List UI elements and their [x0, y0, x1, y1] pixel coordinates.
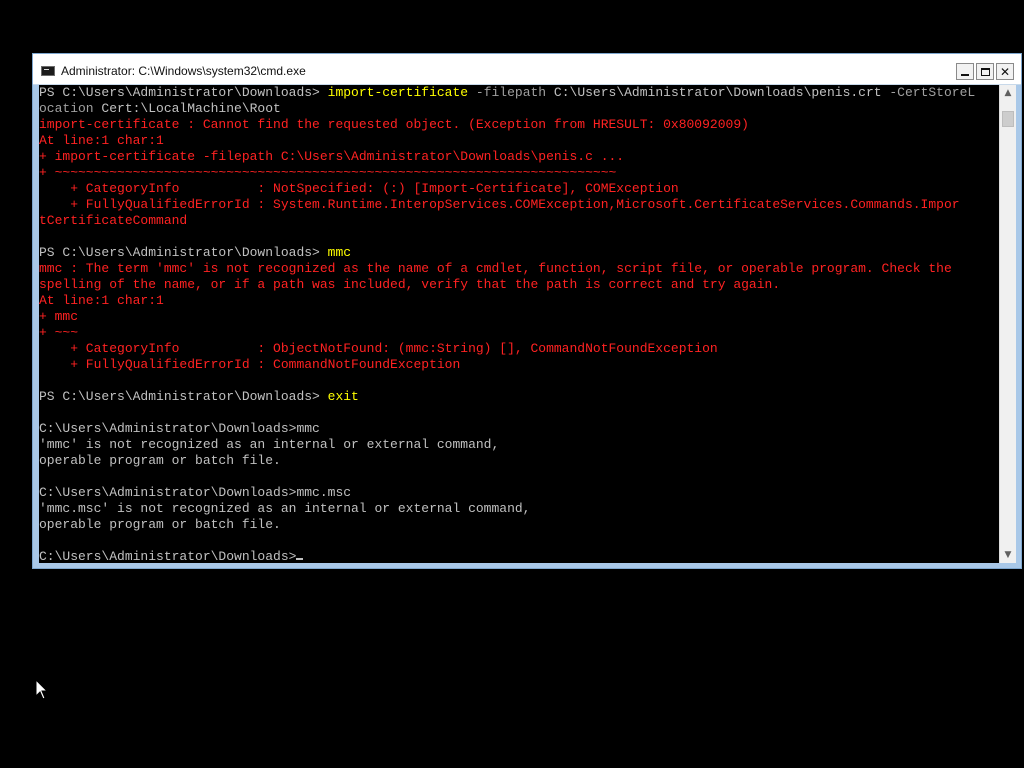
- console-text: mmc : The term 'mmc' is not recognized a…: [39, 261, 952, 276]
- vertical-scrollbar[interactable]: ▲ ▼: [999, 85, 1016, 563]
- console-text: Cert:\LocalMachine\Root: [93, 101, 281, 116]
- scroll-down-icon[interactable]: ▼: [1000, 547, 1016, 563]
- console-text: operable program or batch file.: [39, 517, 281, 532]
- console-text: import-certificate: [327, 85, 469, 100]
- console-text: + mmc: [39, 309, 79, 324]
- console-line: C:\Users\Administrator\Downloads>: [39, 549, 304, 563]
- console-line: At line:1 char:1: [39, 293, 164, 309]
- console-line: spelling of the name, or if a path was i…: [39, 277, 780, 293]
- console-line: + mmc: [39, 309, 78, 325]
- maximize-button[interactable]: [976, 63, 994, 80]
- console-text: + CategoryInfo : NotSpecified: (:) [Impo…: [39, 181, 679, 196]
- console-text: 'mmc' is not recognized as an internal o…: [39, 437, 500, 452]
- console-line: mmc : The term 'mmc' is not recognized a…: [39, 261, 952, 277]
- console-text: At line:1 char:1: [39, 133, 164, 148]
- console-text: At line:1 char:1: [39, 293, 164, 308]
- console-text: mmc: [327, 245, 352, 260]
- console-text: exit: [327, 389, 359, 404]
- console-line: C:\Users\Administrator\Downloads>mmc.msc: [39, 485, 351, 501]
- console-line: + CategoryInfo : NotSpecified: (:) [Impo…: [39, 181, 679, 197]
- console-line: + CategoryInfo : ObjectNotFound: (mmc:St…: [39, 341, 718, 357]
- console-line: 'mmc' is not recognized as an internal o…: [39, 437, 499, 453]
- console-line: + ~~~: [39, 325, 78, 341]
- cmd-icon: [41, 66, 55, 76]
- close-button[interactable]: ✕: [996, 63, 1014, 80]
- console-line: PS C:\Users\Administrator\Downloads> imp…: [39, 85, 975, 101]
- console-text: operable program or batch file.: [39, 453, 281, 468]
- minimize-button[interactable]: [956, 63, 974, 80]
- console-line: PS C:\Users\Administrator\Downloads> mmc: [39, 245, 351, 261]
- console-line: + ~~~~~~~~~~~~~~~~~~~~~~~~~~~~~~~~~~~~~~…: [39, 165, 616, 181]
- console-line: At line:1 char:1: [39, 133, 164, 149]
- console-line: C:\Users\Administrator\Downloads>mmc: [39, 421, 320, 437]
- scroll-up-icon[interactable]: ▲: [1000, 85, 1016, 101]
- console-line: + FullyQualifiedErrorId : CommandNotFoun…: [39, 357, 460, 373]
- arrow-cursor-icon: [35, 679, 49, 700]
- text-cursor: [296, 558, 304, 560]
- console-text: C:\Users\Administrator\Downloads>: [39, 549, 297, 563]
- console-text: + ~~~: [39, 325, 79, 340]
- window-title: Administrator: C:\Windows\system32\cmd.e…: [61, 64, 306, 78]
- console-text: spelling of the name, or if a path was i…: [39, 277, 781, 292]
- cmd-window[interactable]: Administrator: C:\Windows\system32\cmd.e…: [32, 53, 1022, 569]
- console-text: -CertStoreL: [881, 85, 976, 100]
- maximize-icon: [980, 67, 990, 76]
- console-text: + FullyQualifiedErrorId : CommandNotFoun…: [39, 357, 461, 372]
- console-text: + FullyQualifiedErrorId : System.Runtime…: [39, 197, 960, 212]
- console-line: + import-certificate -filepath C:\Users\…: [39, 149, 624, 165]
- console-text: ocation: [39, 101, 94, 116]
- scroll-thumb[interactable]: [1002, 111, 1014, 127]
- console-text: + import-certificate -filepath C:\Users\…: [39, 149, 625, 164]
- console-output[interactable]: PS C:\Users\Administrator\Downloads> imp…: [39, 85, 999, 563]
- console-text: 'mmc.msc' is not recognized as an intern…: [39, 501, 531, 516]
- console-line: operable program or batch file.: [39, 453, 281, 469]
- console-line: ocation Cert:\LocalMachine\Root: [39, 101, 281, 117]
- console-line: + FullyQualifiedErrorId : System.Runtime…: [39, 197, 960, 213]
- console-text: C:\Users\Administrator\Downloads>mmc: [39, 421, 320, 436]
- console-line: operable program or batch file.: [39, 517, 281, 533]
- title-bar[interactable]: Administrator: C:\Windows\system32\cmd.e…: [33, 54, 1021, 85]
- close-icon: ✕: [999, 64, 1011, 79]
- console-line: 'mmc.msc' is not recognized as an intern…: [39, 501, 530, 517]
- console-text: C:\Users\Administrator\Downloads>mmc.msc: [39, 485, 352, 500]
- console-line: tCertificateCommand: [39, 213, 187, 229]
- minimize-icon: [961, 73, 969, 76]
- console-line: PS C:\Users\Administrator\Downloads> exi…: [39, 389, 359, 405]
- console-text: PS C:\Users\Administrator\Downloads>: [39, 389, 328, 404]
- console-text: tCertificateCommand: [39, 213, 188, 228]
- console-text: import-certificate : Cannot find the req…: [39, 117, 749, 132]
- console-line: import-certificate : Cannot find the req…: [39, 117, 749, 133]
- console-text: PS C:\Users\Administrator\Downloads>: [39, 245, 328, 260]
- console-text: -filepath: [468, 85, 554, 100]
- console-text: PS C:\Users\Administrator\Downloads>: [39, 85, 328, 100]
- console-text: C:\Users\Administrator\Downloads\penis.c…: [553, 85, 882, 100]
- console-text: + ~~~~~~~~~~~~~~~~~~~~~~~~~~~~~~~~~~~~~~…: [39, 165, 617, 180]
- console-text: + CategoryInfo : ObjectNotFound: (mmc:St…: [39, 341, 718, 356]
